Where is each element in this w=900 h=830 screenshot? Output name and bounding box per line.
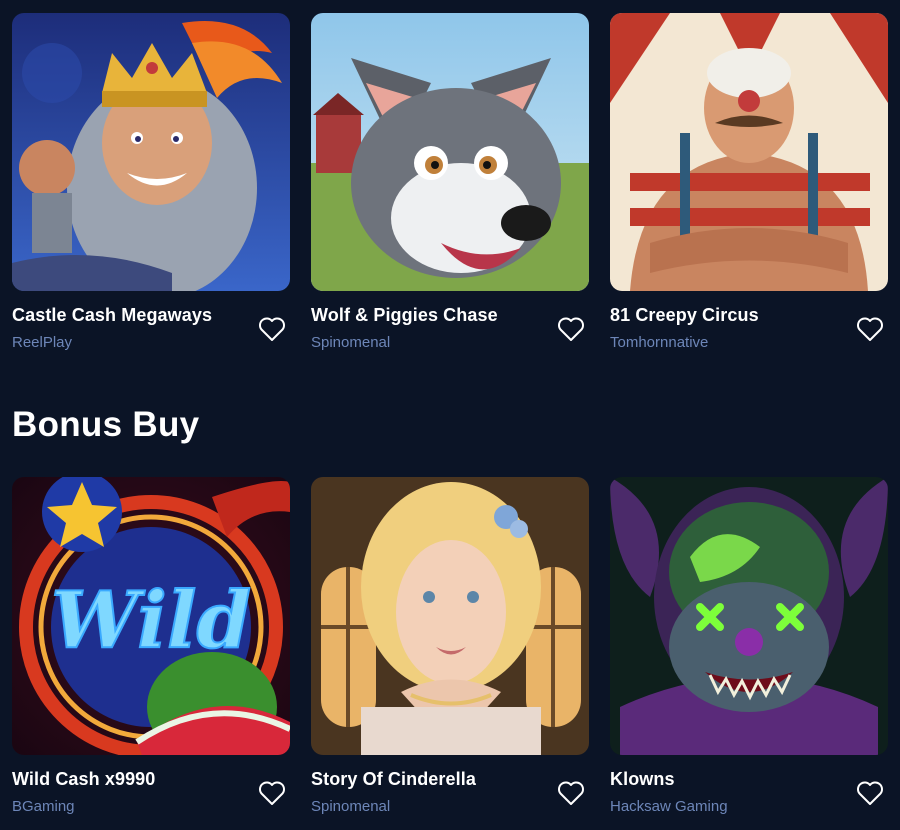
heart-outline-icon [857, 317, 883, 341]
game-card[interactable]: 81 Creepy Circus Tomhornnative [610, 13, 888, 355]
game-thumbnail[interactable] [610, 13, 888, 291]
circus-strongman-artwork [610, 13, 888, 291]
game-provider[interactable]: BGaming [12, 798, 75, 815]
game-thumbnail[interactable] [12, 13, 290, 291]
game-meta: 81 Creepy Circus Tomhornnative [610, 291, 888, 355]
favorite-button[interactable] [557, 780, 585, 806]
game-provider[interactable]: Tomhornnative [610, 334, 708, 351]
cinderella-artwork [311, 477, 589, 755]
game-meta: Wild Cash x9990 BGaming [12, 755, 290, 819]
heart-outline-icon [259, 317, 285, 341]
game-card[interactable]: Klowns Hacksaw Gaming [610, 477, 888, 819]
game-thumbnail[interactable] [311, 477, 589, 755]
game-title[interactable]: Story Of Cinderella [311, 769, 476, 790]
game-provider[interactable]: Spinomenal [311, 798, 390, 815]
game-title[interactable]: Wolf & Piggies Chase [311, 305, 498, 326]
game-meta: Story Of Cinderella Spinomenal [311, 755, 589, 819]
favorite-button[interactable] [856, 316, 884, 342]
game-meta: Castle Cash Megaways ReelPlay [12, 291, 290, 355]
game-thumbnail[interactable]: Wild [12, 477, 290, 755]
game-card[interactable]: Wild Wild Cash x9990 BGaming [12, 477, 290, 819]
heart-outline-icon [558, 317, 584, 341]
svg-text:Wild: Wild [51, 575, 251, 666]
green-neon-clown-artwork [610, 477, 888, 755]
heart-outline-icon [857, 781, 883, 805]
game-title[interactable]: Klowns [610, 769, 675, 790]
game-grid-bonus-buy: Wild Wild Cash x9990 BGaming Story Of Ci… [12, 477, 888, 819]
game-meta: Wolf & Piggies Chase Spinomenal [311, 291, 589, 355]
game-meta: Klowns Hacksaw Gaming [610, 755, 888, 819]
favorite-button[interactable] [258, 780, 286, 806]
game-thumbnail[interactable] [311, 13, 589, 291]
game-provider[interactable]: Spinomenal [311, 334, 390, 351]
game-title[interactable]: 81 Creepy Circus [610, 305, 759, 326]
favorite-button[interactable] [856, 780, 884, 806]
section-title: Bonus Buy [12, 405, 200, 444]
game-grid-top: Castle Cash Megaways ReelPlay Wolf & Pig… [12, 13, 888, 355]
heart-outline-icon [558, 781, 584, 805]
game-card[interactable]: Wolf & Piggies Chase Spinomenal [311, 13, 589, 355]
games-page: Castle Cash Megaways ReelPlay Wolf & Pig… [0, 0, 900, 830]
knight-king-artwork [12, 13, 290, 291]
game-provider[interactable]: ReelPlay [12, 334, 72, 351]
game-thumbnail[interactable] [610, 477, 888, 755]
favorite-button[interactable] [258, 316, 286, 342]
game-provider[interactable]: Hacksaw Gaming [610, 798, 728, 815]
game-title[interactable]: Wild Cash x9990 [12, 769, 155, 790]
favorite-button[interactable] [557, 316, 585, 342]
heart-outline-icon [259, 781, 285, 805]
game-card[interactable]: Castle Cash Megaways ReelPlay [12, 13, 290, 355]
game-card[interactable]: Story Of Cinderella Spinomenal [311, 477, 589, 819]
cartoon-wolf-artwork [311, 13, 589, 291]
wild-neon-artwork: Wild [12, 477, 290, 755]
game-title[interactable]: Castle Cash Megaways [12, 305, 212, 326]
